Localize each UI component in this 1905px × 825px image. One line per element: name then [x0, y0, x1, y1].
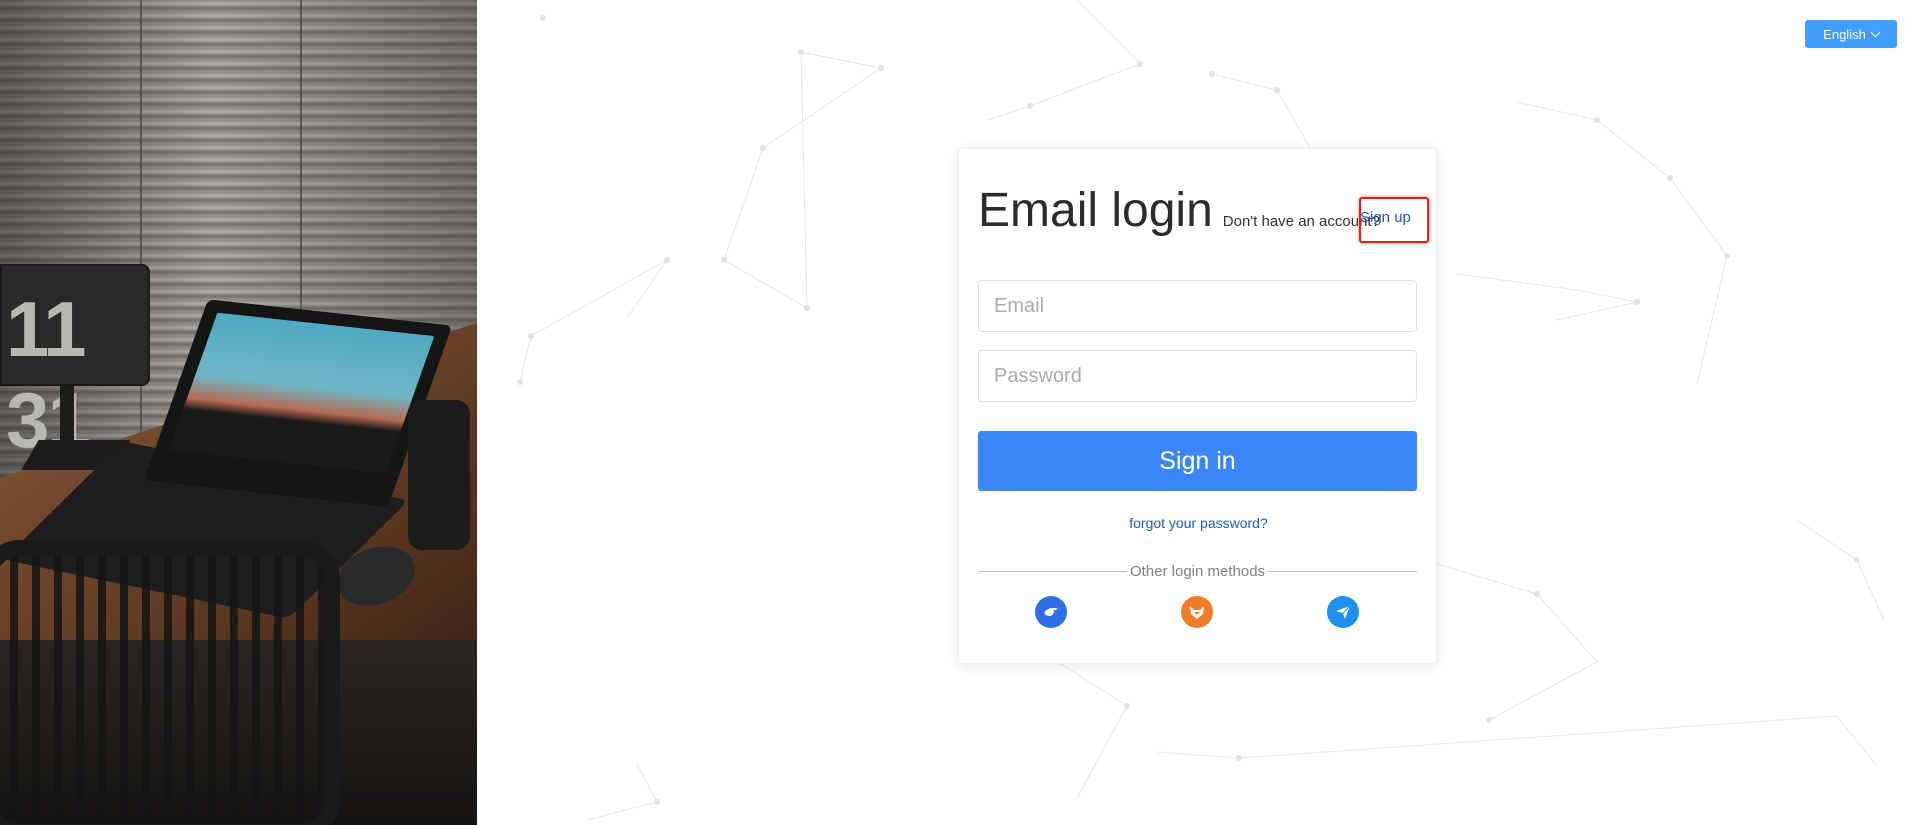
sign-in-button[interactable]: Sign in — [978, 431, 1417, 491]
no-account-text: Don't have an account? — [1222, 213, 1380, 230]
social-login-plane[interactable] — [1327, 596, 1359, 628]
signup-link[interactable]: Sign up — [1360, 209, 1411, 226]
blue-bird-icon — [1044, 608, 1058, 617]
chair — [0, 540, 340, 825]
chevron-down-icon — [1870, 27, 1881, 37]
social-login-bird[interactable] — [1035, 596, 1067, 628]
title-row: Email login Don't have an account? — [978, 183, 1380, 238]
workspace-photo: 11 31 — [0, 0, 477, 825]
password-field[interactable] — [978, 350, 1417, 402]
fox-icon — [1190, 606, 1204, 619]
headset — [408, 400, 470, 550]
language-dropdown[interactable]: English — [1805, 20, 1897, 48]
desk-clock: 11 31 — [0, 264, 150, 464]
forgot-password-link[interactable]: forgot your password? — [959, 515, 1438, 531]
paper-plane-icon — [1336, 605, 1351, 619]
page-title: Email login — [978, 184, 1213, 237]
clock-digits: 11 31 — [6, 285, 91, 464]
login-card: Email login Don't have an account? Sign … — [958, 148, 1437, 664]
email-field[interactable] — [978, 280, 1417, 332]
language-label: English — [1823, 26, 1866, 42]
other-login-divider: Other login methods — [978, 561, 1418, 581]
other-login-label: Other login methods — [1129, 562, 1266, 580]
login-page: 11 31 English Email login Don't have an … — [0, 0, 1905, 825]
social-login-fox[interactable] — [1181, 596, 1213, 628]
